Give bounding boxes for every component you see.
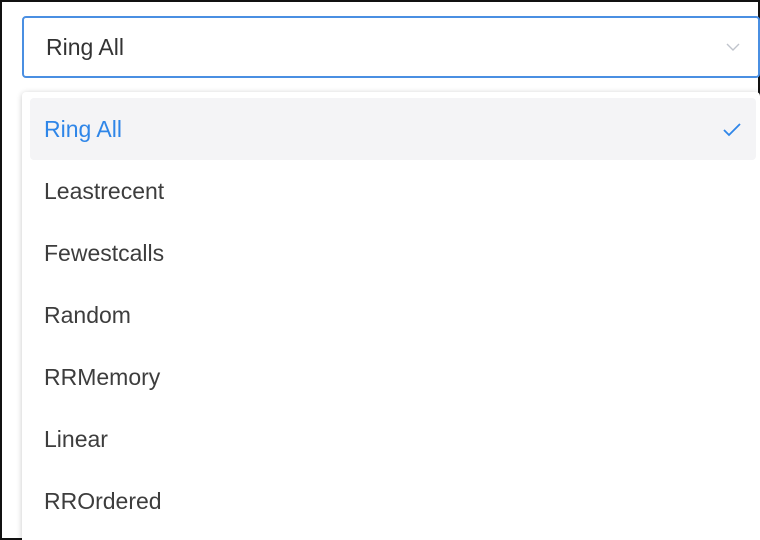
option-rrordered[interactable]: RROrdered — [30, 470, 756, 532]
option-rrmemory[interactable]: RRMemory — [30, 346, 756, 408]
dropdown-menu: Ring All Leastrecent Fewestcalls Random … — [22, 92, 760, 540]
option-ring-all[interactable]: Ring All — [30, 98, 756, 160]
select-value: Ring All — [46, 34, 124, 60]
option-label: RROrdered — [44, 488, 162, 514]
option-random[interactable]: Random — [30, 284, 756, 346]
option-label: Random — [44, 302, 131, 328]
option-label: Linear — [44, 426, 108, 452]
option-label: Leastrecent — [44, 178, 165, 204]
option-label: Fewestcalls — [44, 240, 165, 266]
option-leastrecent[interactable]: Leastrecent — [30, 160, 756, 222]
check-icon — [723, 123, 741, 137]
option-linear[interactable]: Linear — [30, 408, 756, 470]
option-label: Ring All — [44, 116, 122, 142]
option-label: RRMemory — [44, 364, 161, 390]
ring-strategy-select[interactable]: Ring All — [22, 16, 760, 78]
option-fewestcalls[interactable]: Fewestcalls — [30, 222, 756, 284]
dropdown-frame: Ring All Ring All Leastrecent Fewestcall… — [0, 0, 760, 540]
chevron-down-icon — [726, 43, 740, 51]
